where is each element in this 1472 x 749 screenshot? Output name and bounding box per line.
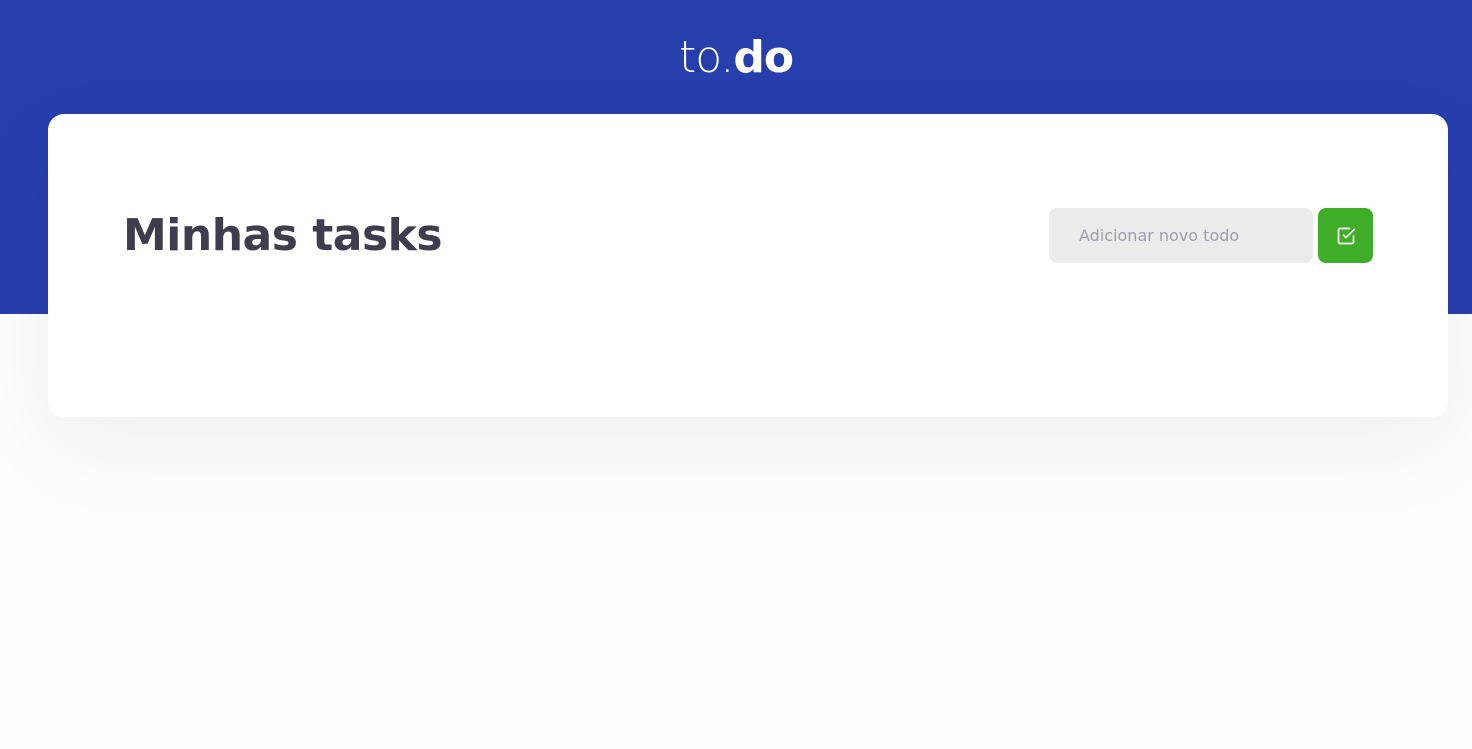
check-square-icon [1337, 227, 1355, 244]
app-logo: to.do [0, 30, 1472, 86]
logo-text-bold: do [733, 32, 794, 83]
tasks-card: Minhas tasks [48, 114, 1448, 417]
logo-text-light: to. [678, 32, 734, 83]
add-todo-button[interactable] [1318, 208, 1373, 263]
new-todo-input[interactable] [1049, 208, 1313, 263]
page-title: Minhas tasks [123, 210, 443, 261]
new-todo-form [1049, 208, 1373, 263]
